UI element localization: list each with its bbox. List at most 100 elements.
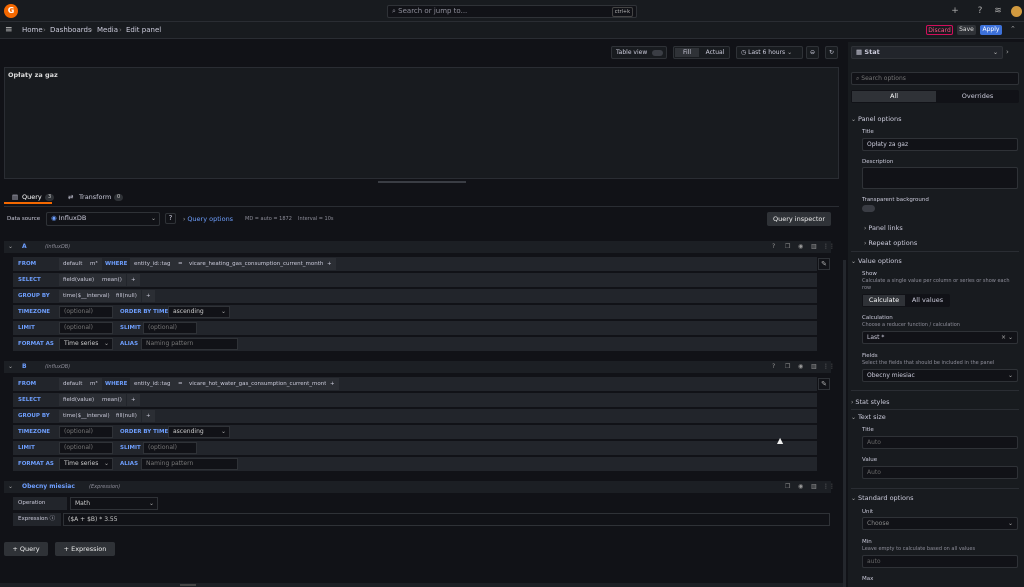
- search-input[interactable]: ⌕ Search or jump to... ctrl+k: [387, 5, 637, 18]
- add-select-icon[interactable]: +: [127, 274, 140, 286]
- from-measurement[interactable]: m³: [86, 258, 102, 270]
- group-by-time[interactable]: time($__interval): [59, 290, 114, 302]
- group-by-fill[interactable]: fill(null): [112, 410, 141, 422]
- expression-input[interactable]: ($A + $B) * 3.55: [63, 513, 830, 526]
- time-range-picker[interactable]: ◷ Last 6 hours ⌄: [736, 46, 803, 59]
- alias-input[interactable]: Naming pattern: [141, 458, 238, 470]
- min-input[interactable]: auto: [862, 555, 1018, 568]
- text-size-title-input[interactable]: Auto: [862, 436, 1018, 449]
- group-by-time[interactable]: time($__interval): [59, 410, 114, 422]
- order-select[interactable]: ascending ⌄: [168, 426, 230, 438]
- actual-option[interactable]: Actual: [702, 48, 728, 57]
- chevron-right-icon[interactable]: ›: [1006, 48, 1009, 56]
- rss-icon[interactable]: ≋: [993, 6, 1003, 16]
- add-query-button[interactable]: + Query: [4, 542, 48, 556]
- trash-icon[interactable]: ▥: [811, 483, 817, 490]
- add-group-by-icon[interactable]: +: [142, 290, 155, 302]
- text-size-value-input[interactable]: Auto: [862, 466, 1018, 479]
- from-policy[interactable]: default: [59, 258, 87, 270]
- edit-pencil-icon[interactable]: ✎: [818, 378, 830, 390]
- table-view-toggle[interactable]: Table view: [611, 46, 667, 59]
- visualization-picker[interactable]: ▦ Stat ⌄: [851, 46, 1003, 59]
- fields-select[interactable]: Obecny miesiac ⌄: [862, 369, 1018, 382]
- tab-query[interactable]: ▤ Query 3: [4, 192, 55, 204]
- drag-handle-icon[interactable]: ⋮⋮: [823, 483, 835, 490]
- help-circle-icon[interactable]: ?: [165, 213, 176, 224]
- drag-handle-icon[interactable]: ⋮⋮: [823, 363, 835, 370]
- query-b-header[interactable]: ⌄ B (InfluxDB) ? ❐ ◉ ▥ ⋮⋮: [4, 361, 835, 373]
- query-options-button[interactable]: › Query options: [183, 215, 233, 224]
- panel-links-section[interactable]: › Panel links: [864, 223, 903, 234]
- from-policy[interactable]: default: [59, 378, 87, 390]
- save-button[interactable]: Save: [957, 25, 976, 35]
- from-measurement[interactable]: m³: [86, 378, 102, 390]
- edit-pencil-icon[interactable]: ✎: [818, 258, 830, 270]
- limit-input[interactable]: (optional): [59, 442, 113, 454]
- search-options-input[interactable]: ⌕ Search options: [851, 72, 1019, 85]
- where-value[interactable]: vicare_hot_water_gas_consumption_current…: [185, 378, 334, 390]
- where-key[interactable]: entity_id::tag: [130, 378, 175, 390]
- discard-button[interactable]: Discard: [926, 25, 953, 35]
- refresh-icon[interactable]: ↻: [825, 46, 838, 59]
- unit-select[interactable]: Choose ⌄: [862, 517, 1018, 530]
- value-options-section[interactable]: ⌄ Value options: [851, 256, 902, 267]
- user-avatar[interactable]: [1011, 6, 1022, 17]
- scrollbar-thumb[interactable]: [180, 584, 196, 586]
- select-aggregate[interactable]: mean(): [98, 274, 126, 286]
- group-by-fill[interactable]: fill(null): [112, 290, 141, 302]
- operation-select[interactable]: Math ⌄: [70, 497, 158, 510]
- transparent-toggle[interactable]: [862, 205, 875, 212]
- title-input[interactable]: Opłaty za gaz: [862, 138, 1018, 151]
- timezone-input[interactable]: (optional): [59, 426, 113, 438]
- select-aggregate[interactable]: mean(): [98, 394, 126, 406]
- grafana-logo-icon[interactable]: G: [4, 4, 18, 18]
- duplicate-icon[interactable]: ❐: [785, 483, 790, 490]
- expression-header[interactable]: ⌄ Obecny miesiac (Expression) ❐ ◉ ▥ ⋮⋮: [4, 481, 835, 493]
- query-a-header[interactable]: ⌄ A (InfluxDB) ? ❐ ◉ ▥ ⋮⋮: [4, 241, 835, 253]
- where-value[interactable]: vicare_heating_gas_consumption_current_m…: [185, 258, 328, 270]
- eye-icon[interactable]: ◉: [798, 363, 803, 370]
- resize-handle[interactable]: [378, 181, 466, 183]
- tab-all[interactable]: All: [852, 91, 936, 102]
- collapse-icon[interactable]: ⌃: [1010, 25, 1016, 33]
- query-ref-b[interactable]: B: [22, 363, 27, 370]
- add-where-icon[interactable]: +: [323, 258, 336, 270]
- eye-icon[interactable]: ◉: [798, 483, 803, 490]
- trash-icon[interactable]: ▥: [811, 363, 817, 370]
- repeat-options-section[interactable]: › Repeat options: [864, 238, 917, 249]
- slimit-input[interactable]: (optional): [143, 322, 197, 334]
- menu-icon[interactable]: ≡: [5, 25, 13, 35]
- where-key[interactable]: entity_id::tag: [130, 258, 175, 270]
- alias-input[interactable]: Naming pattern: [141, 338, 238, 350]
- add-select-icon[interactable]: +: [127, 394, 140, 406]
- horizontal-scrollbar[interactable]: [0, 583, 843, 587]
- breadcrumb-home[interactable]: Home: [22, 25, 43, 35]
- text-size-section[interactable]: ⌄ Text size: [851, 412, 886, 423]
- tab-transform[interactable]: ⇄ Transform 0: [68, 192, 128, 204]
- standard-options-section[interactable]: ⌄ Standard options: [851, 493, 914, 504]
- trash-icon[interactable]: ▥: [811, 243, 817, 250]
- all-values-option[interactable]: All values: [906, 295, 949, 306]
- help-icon[interactable]: ?: [772, 243, 775, 250]
- query-inspector-button[interactable]: Query inspector: [767, 212, 831, 226]
- query-ref-a[interactable]: A: [22, 243, 27, 250]
- expression-name[interactable]: Obecny miesiac: [22, 483, 75, 490]
- format-select[interactable]: Time series ⌄: [59, 458, 113, 470]
- drag-handle-icon[interactable]: ⋮⋮: [823, 243, 835, 250]
- plus-icon[interactable]: +: [950, 6, 960, 16]
- select-field[interactable]: field(value): [59, 274, 99, 286]
- add-expression-button[interactable]: + Expression: [55, 542, 115, 556]
- eye-icon[interactable]: ◉: [798, 243, 803, 250]
- fill-option[interactable]: Fill: [675, 48, 699, 57]
- duplicate-icon[interactable]: ❐: [785, 243, 790, 250]
- breadcrumb-dashboards[interactable]: Dashboards: [50, 25, 92, 35]
- slimit-input[interactable]: (optional): [143, 442, 197, 454]
- tab-overrides[interactable]: Overrides: [937, 91, 1018, 102]
- zoom-out-icon[interactable]: ⊖: [806, 46, 819, 59]
- help-icon[interactable]: ?: [772, 363, 775, 370]
- order-select[interactable]: ascending ⌄: [168, 306, 230, 318]
- apply-button[interactable]: Apply: [980, 25, 1002, 35]
- help-icon[interactable]: ?: [975, 6, 985, 16]
- vertical-scrollbar[interactable]: [843, 260, 846, 587]
- format-select[interactable]: Time series ⌄: [59, 338, 113, 350]
